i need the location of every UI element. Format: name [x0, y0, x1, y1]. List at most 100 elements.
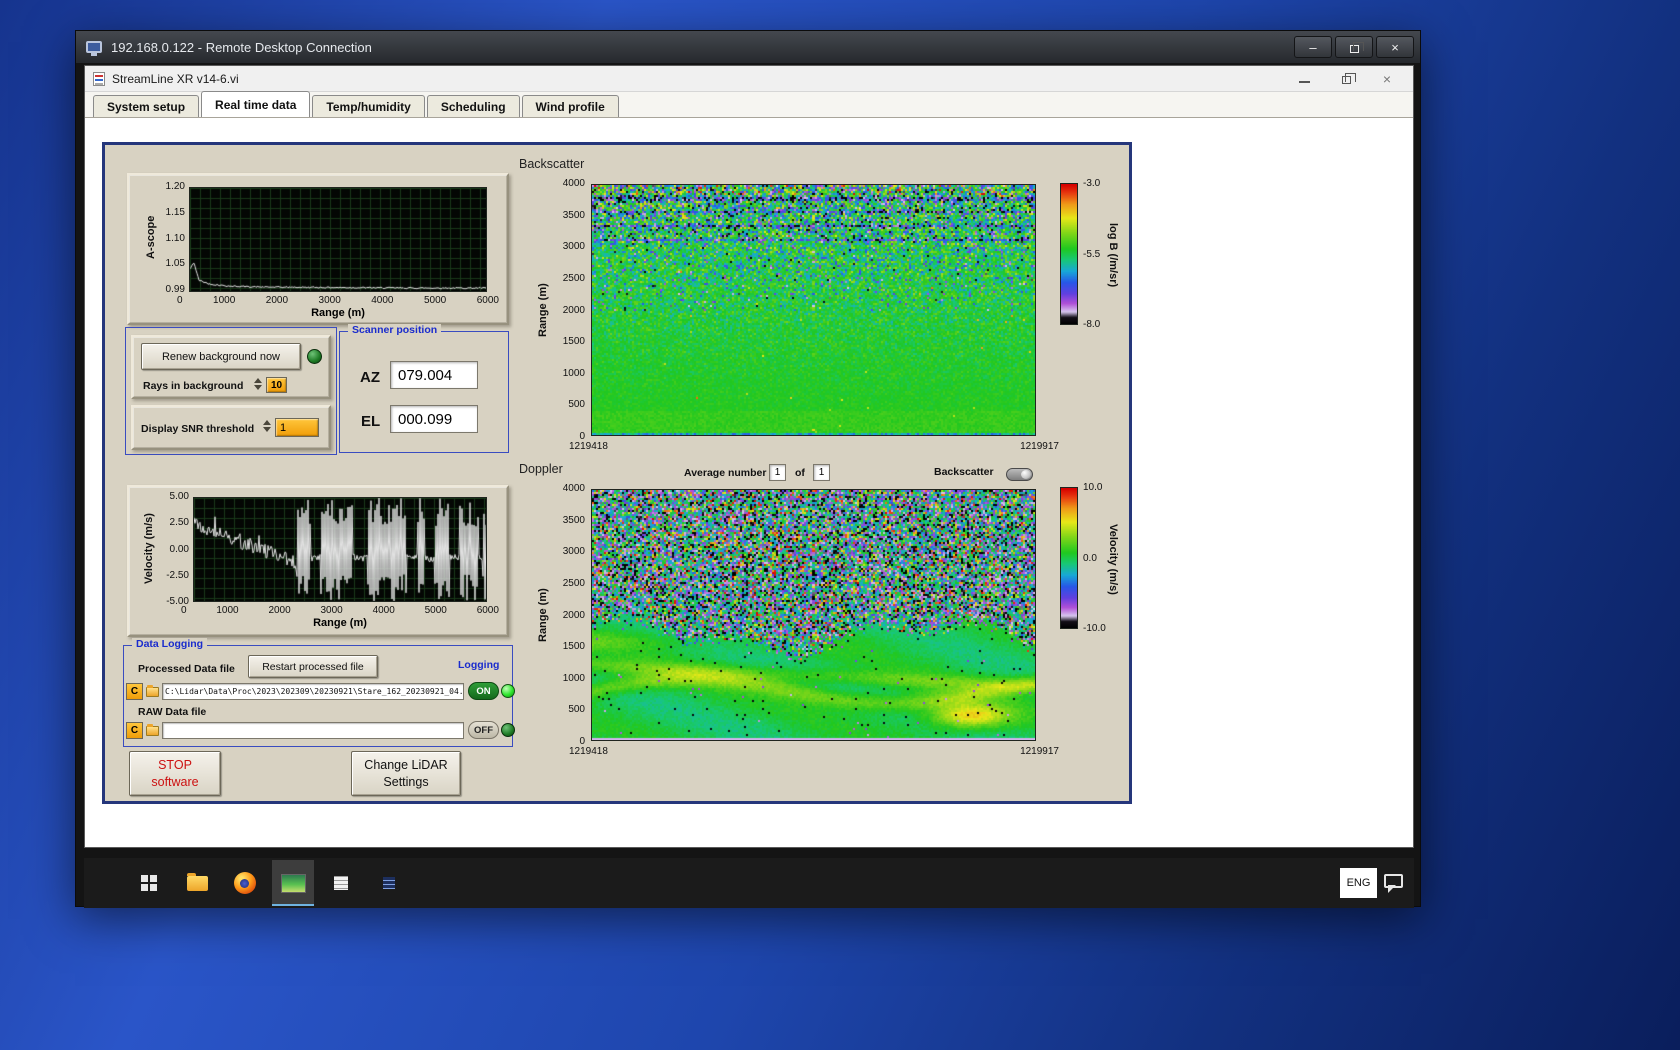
background-status-led: [307, 349, 322, 364]
app-title: StreamLine XR v14-6.vi: [112, 71, 239, 86]
velocity-plot: [193, 497, 487, 602]
raw-data-file-label: RAW Data file: [138, 706, 207, 718]
raw-browse-folder-icon[interactable]: [146, 724, 159, 736]
doppler-section-label: Doppler: [519, 462, 563, 476]
velocity-plot-canvas: [194, 498, 486, 601]
restore-icon: [1349, 41, 1364, 53]
stop-software-button[interactable]: STOP software: [129, 751, 221, 796]
azimuth-field[interactable]: 079.004: [390, 361, 478, 389]
background-controls-group: Renew background now Rays in background …: [125, 327, 337, 455]
elevation-field[interactable]: 000.099: [390, 405, 478, 433]
file-explorer-button[interactable]: [176, 860, 218, 906]
app-close-button[interactable]: ×: [1383, 72, 1391, 86]
stop-button-line1: STOP: [158, 757, 192, 772]
rdp-window-title: 192.168.0.122 - Remote Desktop Connectio…: [111, 39, 372, 55]
language-indicator[interactable]: ENG: [1340, 868, 1377, 898]
tab-temp-humidity[interactable]: Temp/humidity: [312, 95, 425, 117]
snr-threshold-label: Display SNR threshold: [141, 423, 255, 435]
of-label: of: [795, 467, 805, 479]
ascope-chart-group: A-scope 1.20 1.15 1.10 1.05 0.99 0 1000 2000 30…: [127, 173, 509, 325]
folder-icon: [186, 872, 208, 891]
backscatter-colorbar-label: log B (/m/sr): [1107, 222, 1119, 288]
raw-logging-led: [501, 723, 515, 737]
restart-processed-file-button[interactable]: Restart processed file: [248, 655, 378, 678]
tab-real-time-data[interactable]: Real time data: [201, 91, 311, 117]
start-button[interactable]: [128, 860, 170, 906]
doppler-y-axis-label: Range (m): [537, 588, 549, 642]
processed-drive-selector[interactable]: C: [126, 683, 143, 700]
raw-path-field[interactable]: [162, 722, 464, 739]
backscatter-section-label: Backscatter: [519, 157, 585, 171]
tab-bar: System setup Real time data Temp/humidit…: [85, 91, 1413, 118]
rdp-close-button[interactable]: ×: [1376, 36, 1414, 58]
processed-data-file-label: Processed Data file: [138, 663, 235, 675]
doppler-colorbar-canvas: [1061, 488, 1077, 628]
log-viewer-button[interactable]: [368, 860, 410, 906]
rdp-minimize-button[interactable]: –: [1294, 36, 1332, 58]
renew-background-button[interactable]: Renew background now: [141, 343, 301, 370]
snr-spinner[interactable]: [263, 420, 272, 432]
ascope-x-ticks: 0 1000 2000 3000 4000 5000 6000: [177, 295, 499, 306]
rdp-titlebar[interactable]: 192.168.0.122 - Remote Desktop Connectio…: [76, 31, 1420, 63]
rays-in-background-label: Rays in background: [143, 380, 244, 392]
data-logging-title: Data Logging: [132, 638, 208, 650]
doppler-x-ticks: 1219418 1219917: [569, 746, 1059, 757]
velocity-x-ticks: 0 1000 2000 3000 4000 5000 6000: [181, 605, 499, 616]
raw-logging-switch[interactable]: OFF: [468, 721, 499, 739]
scan-scheduler-button[interactable]: [320, 860, 362, 906]
doppler-y-ticks: 4000 3500 3000 2500 2000 1500 1000 500 0: [562, 483, 585, 747]
data-logging-group: Data Logging Processed Data file Restart…: [123, 638, 515, 747]
firefox-button[interactable]: [224, 860, 266, 906]
scanner-position-title: Scanner position: [348, 324, 442, 336]
stop-button-line2: software: [151, 774, 199, 789]
rays-in-background-field[interactable]: 10: [266, 377, 287, 393]
tab-scheduling[interactable]: Scheduling: [426, 95, 520, 117]
change-button-line2: Settings: [383, 774, 429, 789]
scan-scheduler-icon: [331, 873, 351, 893]
windows-logo-icon: [140, 874, 158, 892]
backscatter-toggle-label: Backscatter: [934, 466, 994, 478]
list-app-icon: [379, 873, 399, 893]
ascope-y-ticks: 1.20 1.15 1.10 1.05 0.99: [165, 181, 185, 295]
logging-label: Logging: [458, 659, 500, 671]
backscatter-colorbar: [1060, 183, 1078, 325]
rdp-restore-button[interactable]: [1335, 36, 1373, 58]
velocity-y-ticks: 5.00 2.50 0.00 -2.50 -5.00: [166, 491, 189, 607]
processed-path-field[interactable]: C:\Lidar\Data\Proc\2023\202309\20230921\…: [162, 683, 464, 700]
change-lidar-settings-button[interactable]: Change LiDAR Settings: [351, 751, 461, 796]
backscatter-heatmap-canvas: [592, 185, 1035, 435]
ascope-plot-canvas: [190, 188, 486, 291]
notification-icon[interactable]: [1384, 874, 1403, 893]
average-total-field[interactable]: 1: [813, 464, 830, 481]
processed-browse-folder-icon[interactable]: [146, 685, 159, 697]
average-number-field[interactable]: 1: [769, 464, 786, 481]
rays-spinner[interactable]: [254, 378, 263, 390]
vi-document-icon: [93, 71, 105, 86]
tab-wind-profile[interactable]: Wind profile: [521, 95, 619, 117]
change-button-line1: Change LiDAR: [364, 757, 448, 772]
doppler-plot: [591, 489, 1036, 741]
remote-taskbar: ENG: [84, 858, 1414, 908]
computer-icon: [86, 41, 102, 56]
ascope-x-axis-label: Range (m): [311, 307, 365, 319]
scanner-position-group: Scanner position AZ 079.004 EL 000.099: [339, 324, 509, 453]
processed-logging-switch[interactable]: ON: [468, 682, 499, 700]
rdp-window: 192.168.0.122 - Remote Desktop Connectio…: [75, 30, 1421, 908]
azimuth-label: AZ: [360, 369, 380, 386]
doppler-colorbar: [1060, 487, 1078, 629]
front-panel: A-scope 1.20 1.15 1.10 1.05 0.99 0 1000 2000 30…: [102, 142, 1132, 804]
backscatter-display-toggle[interactable]: [1006, 468, 1033, 481]
raw-drive-selector[interactable]: C: [126, 722, 143, 739]
streamline-taskbar-button[interactable]: [272, 860, 314, 906]
ascope-plot: [189, 187, 487, 292]
tab-system-setup[interactable]: System setup: [93, 95, 200, 117]
backscatter-y-axis-label: Range (m): [537, 283, 549, 337]
doppler-colorbar-ticks: 10.0 0.0 -10.0: [1083, 482, 1106, 634]
app-minimize-button[interactable]: [1298, 75, 1310, 83]
backscatter-y-ticks: 4000 3500 3000 2500 2000 1500 1000 500 0: [562, 178, 585, 442]
snr-threshold-field[interactable]: 1: [275, 418, 319, 437]
app-titlebar[interactable]: StreamLine XR v14-6.vi ×: [85, 66, 1413, 92]
minimize-icon: –: [1309, 39, 1317, 55]
average-number-label: Average number: [684, 467, 767, 479]
app-restore-button[interactable]: [1341, 73, 1356, 84]
